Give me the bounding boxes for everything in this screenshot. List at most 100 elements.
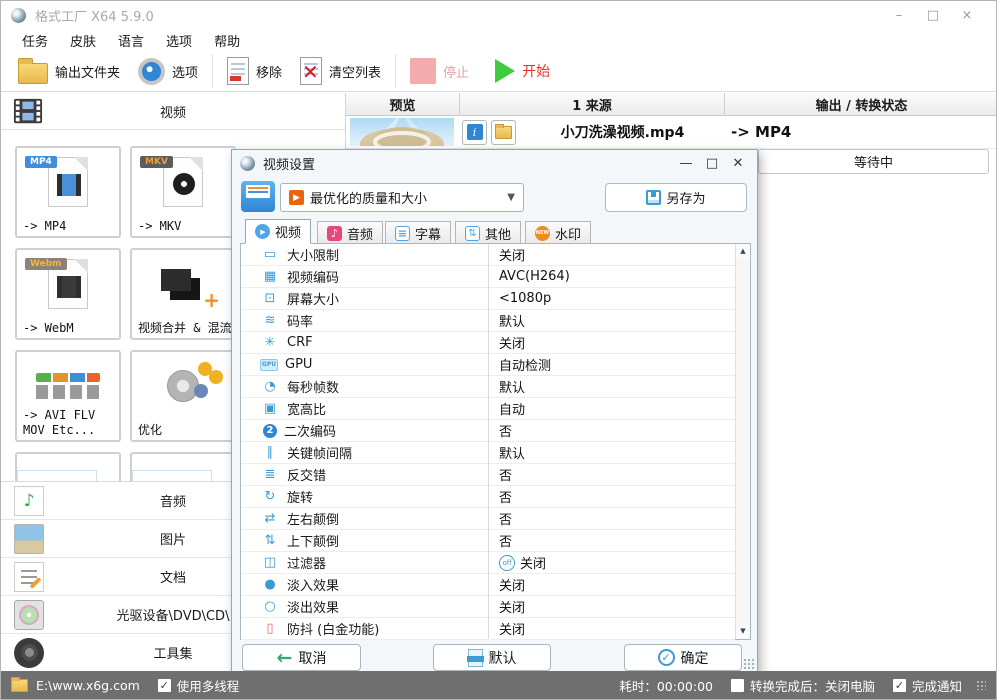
- other-tab-icon: [464, 225, 480, 241]
- remove-label: 移除: [256, 65, 283, 81]
- multithread-checkbox[interactable]: ✓: [157, 678, 171, 692]
- output-folder-icon[interactable]: [11, 676, 28, 692]
- off-badge-icon: off: [499, 554, 515, 571]
- setting-label: GPU: [285, 357, 313, 372]
- sidebar-title: 视频: [159, 105, 186, 121]
- tab-label: 水印: [554, 227, 581, 243]
- chevron-down-icon: ▼: [507, 192, 515, 203]
- table-row[interactable]: i 小刀洗澡视频.mp4 -> MP4: [346, 116, 996, 149]
- dialog-maximize-icon[interactable]: □: [699, 156, 725, 171]
- document-icon: [14, 561, 44, 592]
- audio-tab-icon: [326, 225, 342, 241]
- output-path[interactable]: E:\www.x6g.com: [36, 678, 140, 693]
- menu-item-options[interactable]: 选项: [155, 29, 203, 52]
- format-card-webm[interactable]: Webm -> WebM: [15, 248, 121, 340]
- setting-value-text: 默认: [499, 381, 526, 396]
- scrollbar[interactable]: ▲ ▼: [735, 244, 750, 639]
- ok-label: 确定: [680, 650, 709, 667]
- setting-value-text: 默认: [499, 447, 526, 462]
- merge-icon: [132, 256, 234, 312]
- save-as-button[interactable]: 另存为: [605, 183, 747, 212]
- tab-video[interactable]: 视频: [245, 219, 311, 244]
- source-filename: 小刀洗澡视频.mp4: [560, 125, 685, 141]
- dialog-window-controls: — □ ✕: [673, 150, 751, 176]
- dialog-close-icon[interactable]: ✕: [725, 156, 751, 171]
- stop-button[interactable]: 停止: [401, 52, 478, 90]
- column-preview[interactable]: 预览: [346, 93, 460, 115]
- clear-list-button[interactable]: 清空列表: [291, 52, 390, 90]
- remove-button[interactable]: 移除: [218, 52, 291, 90]
- options-button[interactable]: 选项: [129, 52, 207, 90]
- setting-value-text: 自动: [499, 403, 526, 418]
- settings-tab-bar: 视频 音频 字幕 其他 水印: [232, 219, 757, 244]
- profile-selected-value: 最优化的质量和大小: [310, 192, 428, 207]
- sidebar-header-video[interactable]: 视频: [1, 93, 345, 130]
- toolbar: 输出文件夹 选项 移除 清空列表 停止 开始: [1, 51, 996, 92]
- optimize-icon: [132, 358, 234, 414]
- crf-icon: ✳: [264, 334, 276, 350]
- scroll-down-icon[interactable]: ▼: [736, 624, 750, 639]
- column-source[interactable]: 1 来源: [460, 93, 725, 115]
- source-cell: i 小刀洗澡视频.mp4: [460, 119, 725, 145]
- multithread-label: 使用多线程: [176, 678, 240, 694]
- setting-value-text: <1080p: [499, 291, 552, 306]
- menu-item-language[interactable]: 语言: [107, 29, 155, 52]
- column-output[interactable]: 输出 / 转换状态: [725, 93, 996, 115]
- start-button[interactable]: 开始: [478, 52, 559, 90]
- menu-item-skin[interactable]: 皮肤: [59, 29, 107, 52]
- tab-label: 其他: [484, 227, 511, 243]
- notify-checkbox[interactable]: ✓: [892, 678, 906, 692]
- output-folder-button[interactable]: 输出文件夹: [9, 52, 129, 90]
- status-badge: 等待中: [758, 149, 989, 174]
- setting-label: 过滤器: [287, 557, 327, 572]
- save-as-label: 另存为: [666, 192, 706, 207]
- clear-list-label: 清空列表: [329, 65, 382, 81]
- ok-button[interactable]: ✓ 确定: [624, 644, 742, 671]
- cancel-label: 取消: [298, 650, 327, 667]
- default-button[interactable]: 默认: [433, 644, 551, 671]
- format-card-merge[interactable]: 视频合并 & 混流: [130, 248, 236, 340]
- window-title: 格式工厂 X64 5.9.0: [35, 9, 154, 25]
- tab-subtitle[interactable]: 字幕: [385, 221, 451, 244]
- format-card-mp4[interactable]: MP4 -> MP4: [15, 146, 121, 238]
- card-label: 优化: [138, 423, 163, 437]
- format-card-optimize[interactable]: 优化: [130, 350, 236, 442]
- preview-thumbnail: [350, 118, 454, 146]
- shutdown-checkbox[interactable]: [730, 678, 744, 692]
- toolbar-separator: [395, 54, 397, 88]
- menu-item-help[interactable]: 帮助: [203, 29, 251, 52]
- dialog-minimize-icon[interactable]: —: [673, 156, 699, 171]
- app-window: 格式工厂 X64 5.9.0 – □ × 任务 皮肤 语言 选项 帮助 输出文件夹 选项…: [0, 0, 997, 700]
- setting-value: 自动检测: [499, 355, 551, 374]
- tab-label: 字幕: [414, 227, 441, 243]
- tab-watermark[interactable]: 水印: [525, 221, 591, 244]
- dialog-resize-grip[interactable]: [743, 658, 755, 670]
- video-tab-icon: [254, 224, 270, 239]
- format-card-avi[interactable]: -> AVI FLV MOV Etc...: [15, 350, 121, 442]
- tab-audio[interactable]: 音频: [317, 221, 383, 244]
- media-info-button[interactable]: i: [462, 119, 487, 145]
- tab-other[interactable]: 其他: [455, 221, 521, 244]
- setting-value: <1080p: [499, 291, 551, 306]
- profile-dropdown[interactable]: ▶ 最优化的质量和大小 ▼: [280, 183, 524, 212]
- menu-item-task[interactable]: 任务: [11, 29, 59, 52]
- keyframe-interval-icon: ∥: [266, 444, 274, 460]
- setting-value-text: 关闭: [499, 601, 526, 616]
- status-bar-right: 耗时：00:00:00 转换完成后：关闭电脑 ✓ 完成通知: [619, 676, 986, 695]
- format-card-mkv[interactable]: MKV -> MKV: [130, 146, 236, 238]
- close-icon[interactable]: ×: [950, 8, 984, 23]
- rom-icon: [14, 599, 44, 630]
- dialog-title-bar[interactable]: 视频设置 — □ ✕: [232, 150, 757, 176]
- setting-label: 左右颠倒: [287, 513, 340, 528]
- minimize-icon[interactable]: –: [882, 8, 916, 23]
- maximize-icon[interactable]: □: [916, 8, 950, 23]
- cancel-button[interactable]: ← 取消: [242, 644, 361, 671]
- open-folder-button[interactable]: [491, 119, 516, 145]
- setting-value-text: 否: [499, 425, 513, 440]
- stop-label: 停止: [443, 65, 470, 81]
- window-resize-grip[interactable]: [976, 680, 986, 690]
- scroll-up-icon[interactable]: ▲: [736, 244, 750, 259]
- setting-value-text: 否: [499, 469, 513, 484]
- setting-label: 淡入效果: [287, 579, 340, 594]
- preview-cell: [346, 116, 460, 148]
